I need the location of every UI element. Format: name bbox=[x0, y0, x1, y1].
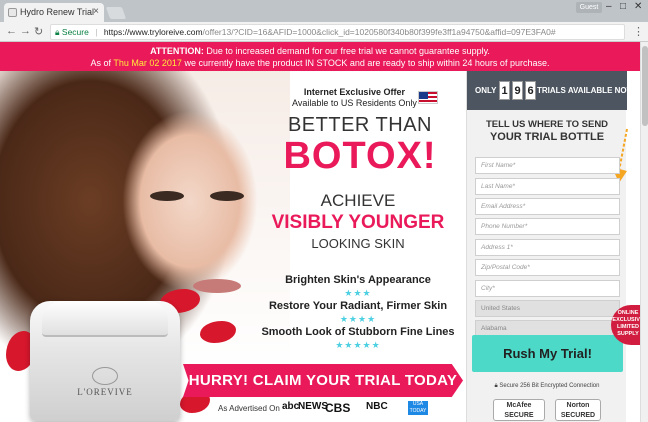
rush-my-trial-button[interactable]: Rush My Trial! bbox=[472, 335, 623, 372]
only-label: ONLY bbox=[475, 86, 497, 95]
product-brand: L'OREVIVE bbox=[77, 387, 133, 397]
hurry-claim-banner[interactable]: HURRY! CLAIM YOUR TRIAL TODAY bbox=[183, 364, 463, 397]
hero-section: L'OREVIVE Internet Exclusive Offer Avail… bbox=[0, 71, 466, 422]
minimize-icon[interactable]: – bbox=[606, 1, 612, 12]
kebab-menu-icon[interactable]: ⋮ bbox=[633, 25, 644, 38]
maximize-icon[interactable]: □ bbox=[620, 1, 626, 12]
url-host: https://www.tryloreive.com bbox=[103, 27, 203, 37]
page-favicon-icon bbox=[8, 8, 17, 17]
new-tab-button[interactable] bbox=[105, 7, 127, 19]
lock-icon: 🔒︎ bbox=[55, 27, 60, 37]
subhead-visibly-younger: VISIBLY YOUNGER bbox=[271, 212, 445, 233]
exclusive-offer: Internet Exclusive Offer Available to US… bbox=[292, 87, 417, 109]
news-logo-icon: NEWS bbox=[298, 401, 328, 412]
attention-text: Due to increased demand for our free tri… bbox=[203, 46, 490, 56]
cbs-logo-icon: CBS bbox=[325, 401, 351, 415]
scrollbar-thumb[interactable] bbox=[642, 46, 648, 126]
abc-logo-icon: abc bbox=[282, 401, 300, 412]
tab-title: Hydro Renew Trial bbox=[20, 7, 95, 17]
us-flag-icon bbox=[418, 91, 438, 104]
product-jar-lid bbox=[42, 301, 168, 337]
address-bar[interactable]: 🔒︎ Secure | https://www.tryloreive.com/o… bbox=[50, 24, 625, 40]
attention-line-2: As of Thu Mar 02 2017 we currently have … bbox=[0, 57, 640, 69]
exclusive-subtitle: Available to US Residents Only bbox=[292, 98, 417, 108]
omnibox-separator: | bbox=[95, 27, 98, 37]
counter-digit: 9 bbox=[512, 81, 523, 100]
reload-icon[interactable]: ↻ bbox=[34, 25, 43, 38]
model-lips bbox=[193, 279, 241, 293]
secure-note-text: Secure 256 Bit Encrypted Connection bbox=[499, 383, 600, 389]
benefit-text: Smooth Look of Stubborn Fine Lines bbox=[261, 326, 455, 338]
trials-available-label: TRIALS AVAILABLE NOW! bbox=[537, 86, 637, 95]
model-eye-left bbox=[150, 191, 184, 201]
subhead-achieve: ACHIEVE bbox=[320, 191, 396, 210]
browser-toolbar: ← → ↻ 🔒︎ Secure | https://www.tryloreive… bbox=[0, 22, 648, 42]
brand-crest-icon bbox=[92, 367, 118, 385]
form-heading-line-2: YOUR TRIAL BOTTLE bbox=[489, 131, 605, 143]
headline-better-than: BETTER THAN bbox=[287, 114, 433, 136]
attention-banner: ATTENTION: Due to increased demand for o… bbox=[0, 42, 640, 71]
first-name-field[interactable]: First Name* bbox=[475, 157, 620, 174]
usa-today-logo-icon: USA TODAY bbox=[408, 401, 428, 415]
back-arrow-icon[interactable]: ← bbox=[6, 25, 17, 37]
advertised-on-label: As Advertised On bbox=[218, 404, 280, 413]
email-field[interactable]: Email Address* bbox=[475, 198, 620, 215]
browser-titlebar: Hydro Renew Trial × Guest – □ ✕ bbox=[0, 0, 648, 22]
secure-connection-note: 🔒︎ Secure 256 Bit Encrypted Connection bbox=[467, 383, 627, 390]
close-window-icon[interactable]: ✕ bbox=[634, 1, 642, 12]
headline-botox: BOTOX! bbox=[283, 135, 437, 177]
country-select[interactable]: United States bbox=[475, 300, 620, 317]
attention-line-1: ATTENTION: Due to increased demand for o… bbox=[0, 45, 640, 57]
subhead-looking-skin: LOOKING SKIN bbox=[311, 236, 405, 251]
benefit-text: Restore Your Radiant, Firmer Skin bbox=[268, 300, 448, 312]
zip-field[interactable]: Zip/Postal Code* bbox=[475, 259, 620, 276]
phone-field[interactable]: Phone Number* bbox=[475, 218, 620, 235]
forward-arrow-icon[interactable]: → bbox=[20, 25, 31, 37]
stock-date: Thu Mar 02 2017 bbox=[113, 58, 182, 68]
norton-secured-badge: Norton SECURED bbox=[555, 399, 601, 421]
product-jar-image: L'OREVIVE bbox=[30, 301, 180, 421]
benefit-stars: ★★★ bbox=[344, 288, 372, 298]
attention-label: ATTENTION: bbox=[150, 46, 204, 56]
last-name-field[interactable]: Last Name* bbox=[475, 178, 620, 195]
exclusive-title: Internet Exclusive Offer bbox=[303, 87, 405, 97]
stock-text: we currently have the product IN STOCK a… bbox=[181, 58, 550, 68]
browser-tab[interactable]: Hydro Renew Trial × bbox=[4, 3, 104, 22]
counter-digit: 1 bbox=[499, 81, 510, 100]
benefit-stars: ★★★★★ bbox=[335, 340, 381, 350]
tab-close-icon[interactable]: × bbox=[93, 6, 99, 17]
trials-counter-bar: ONLY 1 9 6 TRIALS AVAILABLE NOW! bbox=[467, 71, 637, 110]
url-path: /offer13/?CID=16&AFID=1000&click_id=1020… bbox=[202, 27, 556, 37]
page-scrollbar[interactable] bbox=[640, 42, 648, 422]
stock-prefix: As of bbox=[90, 58, 114, 68]
guest-profile-button[interactable]: Guest bbox=[576, 2, 602, 13]
mcafee-secure-badge: McAfee SECURE bbox=[493, 399, 545, 421]
secure-label: Secure bbox=[61, 27, 89, 37]
order-form-panel: ONLY 1 9 6 TRIALS AVAILABLE NOW! TELL US… bbox=[466, 71, 637, 422]
nbc-logo-icon: NBC bbox=[366, 401, 388, 412]
address-field[interactable]: Address 1* bbox=[475, 239, 620, 256]
benefit-text: Brighten Skin's Appearance bbox=[285, 274, 431, 286]
benefit-stars: ★★★★ bbox=[339, 314, 377, 324]
city-field[interactable]: City* bbox=[475, 280, 620, 297]
form-heading-line-1: TELL US WHERE TO SEND bbox=[485, 119, 609, 130]
counter-digit: 6 bbox=[525, 81, 536, 100]
model-eye-right bbox=[210, 191, 244, 201]
